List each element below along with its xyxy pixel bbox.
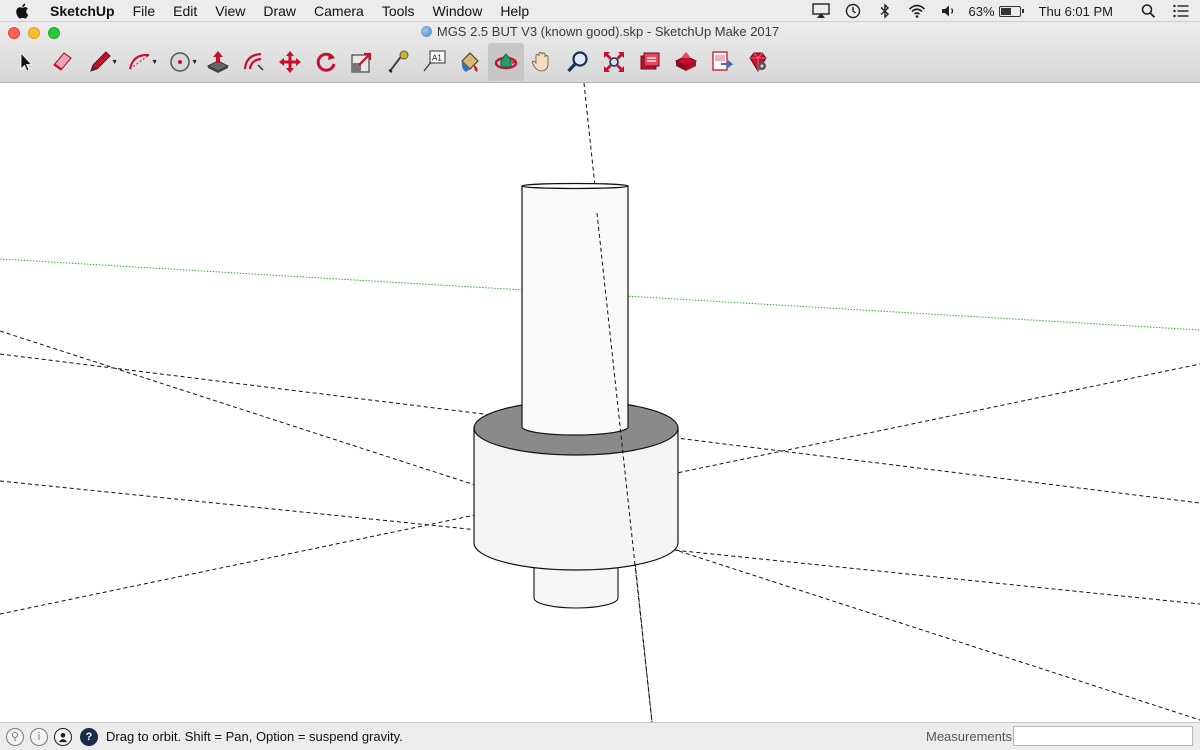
line-tool-dropdown-icon[interactable]: ▼ bbox=[111, 59, 118, 66]
pencil-icon bbox=[90, 51, 111, 72]
pan-tool[interactable] bbox=[524, 43, 560, 81]
tape-measure-tool[interactable] bbox=[380, 43, 416, 81]
time-machine-icon[interactable] bbox=[842, 0, 864, 22]
menu-help[interactable]: Help bbox=[491, 0, 538, 22]
statusbar: ⚲ i ? Drag to orbit. Shift = Pan, Option… bbox=[0, 722, 1200, 750]
warehouse-icon bbox=[640, 52, 660, 70]
window-title: MGS 2.5 BUT V3 (known good).skp - Sketch… bbox=[0, 24, 1200, 39]
window-titlebar: MGS 2.5 BUT V3 (known good).skp - Sketch… bbox=[0, 22, 1200, 83]
model-canvas[interactable] bbox=[0, 83, 1200, 722]
menu-camera[interactable]: Camera bbox=[305, 0, 373, 22]
window-title-text: MGS 2.5 BUT V3 (known good).skp - Sketch… bbox=[436, 24, 780, 39]
svg-text:A1: A1 bbox=[432, 54, 442, 63]
menu-file[interactable]: File bbox=[124, 0, 165, 22]
push-pull-icon bbox=[206, 51, 230, 73]
menubar: SketchUp File Edit View Draw Camera Tool… bbox=[0, 0, 1200, 22]
extension-manager-tool[interactable] bbox=[740, 43, 776, 81]
circle-tool[interactable]: ▼ bbox=[160, 43, 200, 81]
scale-tool[interactable] bbox=[344, 43, 380, 81]
extension-warehouse-icon bbox=[674, 52, 698, 71]
battery-percent: 63% bbox=[968, 3, 995, 19]
scale-icon bbox=[351, 52, 372, 73]
arrow-cursor-icon bbox=[20, 51, 33, 72]
layout-icon bbox=[712, 51, 734, 71]
circle-icon bbox=[170, 52, 190, 72]
tape-measure-icon bbox=[388, 50, 409, 73]
circle-tool-dropdown-icon[interactable]: ▼ bbox=[191, 59, 198, 66]
offset-tool[interactable] bbox=[236, 43, 272, 81]
orbit-tool[interactable] bbox=[488, 43, 524, 81]
send-to-layout-tool[interactable] bbox=[704, 43, 740, 81]
magnifier-icon bbox=[567, 51, 588, 73]
bluetooth-icon[interactable] bbox=[874, 0, 896, 22]
eraser-tool[interactable] bbox=[44, 43, 80, 81]
move-tool[interactable] bbox=[272, 43, 308, 81]
menu-tools[interactable]: Tools bbox=[373, 0, 424, 22]
menu-edit[interactable]: Edit bbox=[164, 0, 206, 22]
select-tool[interactable] bbox=[8, 43, 44, 81]
push-pull-tool[interactable] bbox=[200, 43, 236, 81]
measurements-label: Measurements bbox=[926, 729, 1012, 744]
zoom-tool[interactable] bbox=[560, 43, 596, 81]
menu-app-name[interactable]: SketchUp bbox=[44, 0, 124, 22]
top-cylinder-top-face[interactable] bbox=[521, 182, 629, 190]
volume-icon[interactable] bbox=[938, 0, 960, 22]
clock[interactable]: Thu 6:01 PM bbox=[1035, 4, 1117, 19]
spotlight-icon[interactable] bbox=[1138, 0, 1160, 22]
document-icon bbox=[420, 26, 432, 37]
extension-warehouse-tool[interactable] bbox=[668, 43, 704, 81]
credits-icon[interactable]: i bbox=[30, 727, 48, 746]
arc-tool-dropdown-icon[interactable]: ▼ bbox=[151, 59, 158, 66]
offset-icon bbox=[243, 52, 264, 71]
text-icon: A1 bbox=[423, 50, 446, 72]
arc-tool[interactable]: ▼ bbox=[120, 43, 160, 81]
status-hint: Drag to orbit. Shift = Pan, Option = sus… bbox=[106, 729, 403, 744]
zoom-extents-tool[interactable] bbox=[596, 43, 632, 81]
large-tool-set-toolbar: ▼ ▼ ▼ A1 bbox=[8, 43, 776, 81]
battery-fill bbox=[1000, 7, 1011, 15]
zoom-extents-icon bbox=[604, 52, 624, 72]
apple-menu-icon[interactable] bbox=[0, 0, 44, 22]
menu-draw[interactable]: Draw bbox=[254, 0, 305, 22]
ruby-gem-icon bbox=[749, 52, 767, 72]
rotate-tool[interactable] bbox=[308, 43, 344, 81]
airplay-icon[interactable] bbox=[810, 0, 832, 22]
notification-center-icon[interactable] bbox=[1170, 0, 1192, 22]
top-cylinder[interactable] bbox=[521, 182, 629, 436]
battery-icon[interactable] bbox=[998, 5, 1024, 17]
hand-icon bbox=[531, 51, 549, 72]
drawing-viewport[interactable] bbox=[0, 83, 1200, 722]
instructor-help-icon[interactable]: ? bbox=[80, 727, 98, 746]
geo-location-icon[interactable]: ⚲ bbox=[6, 727, 24, 746]
measurements-input[interactable] bbox=[1013, 726, 1193, 746]
menu-view[interactable]: View bbox=[206, 0, 254, 22]
rotate-icon bbox=[316, 52, 336, 72]
line-tool[interactable]: ▼ bbox=[80, 43, 120, 81]
3d-warehouse-tool[interactable] bbox=[632, 43, 668, 81]
paint-bucket-icon bbox=[461, 52, 479, 72]
eraser-icon bbox=[53, 52, 72, 71]
text-tool[interactable]: A1 bbox=[416, 43, 452, 81]
user-account-icon[interactable] bbox=[54, 727, 72, 746]
orbit-icon bbox=[494, 53, 518, 70]
wifi-icon[interactable] bbox=[906, 0, 928, 22]
arc-icon bbox=[129, 53, 150, 70]
menu-window[interactable]: Window bbox=[424, 0, 492, 22]
paint-bucket-tool[interactable] bbox=[452, 43, 488, 81]
move-arrows-icon bbox=[279, 51, 301, 73]
